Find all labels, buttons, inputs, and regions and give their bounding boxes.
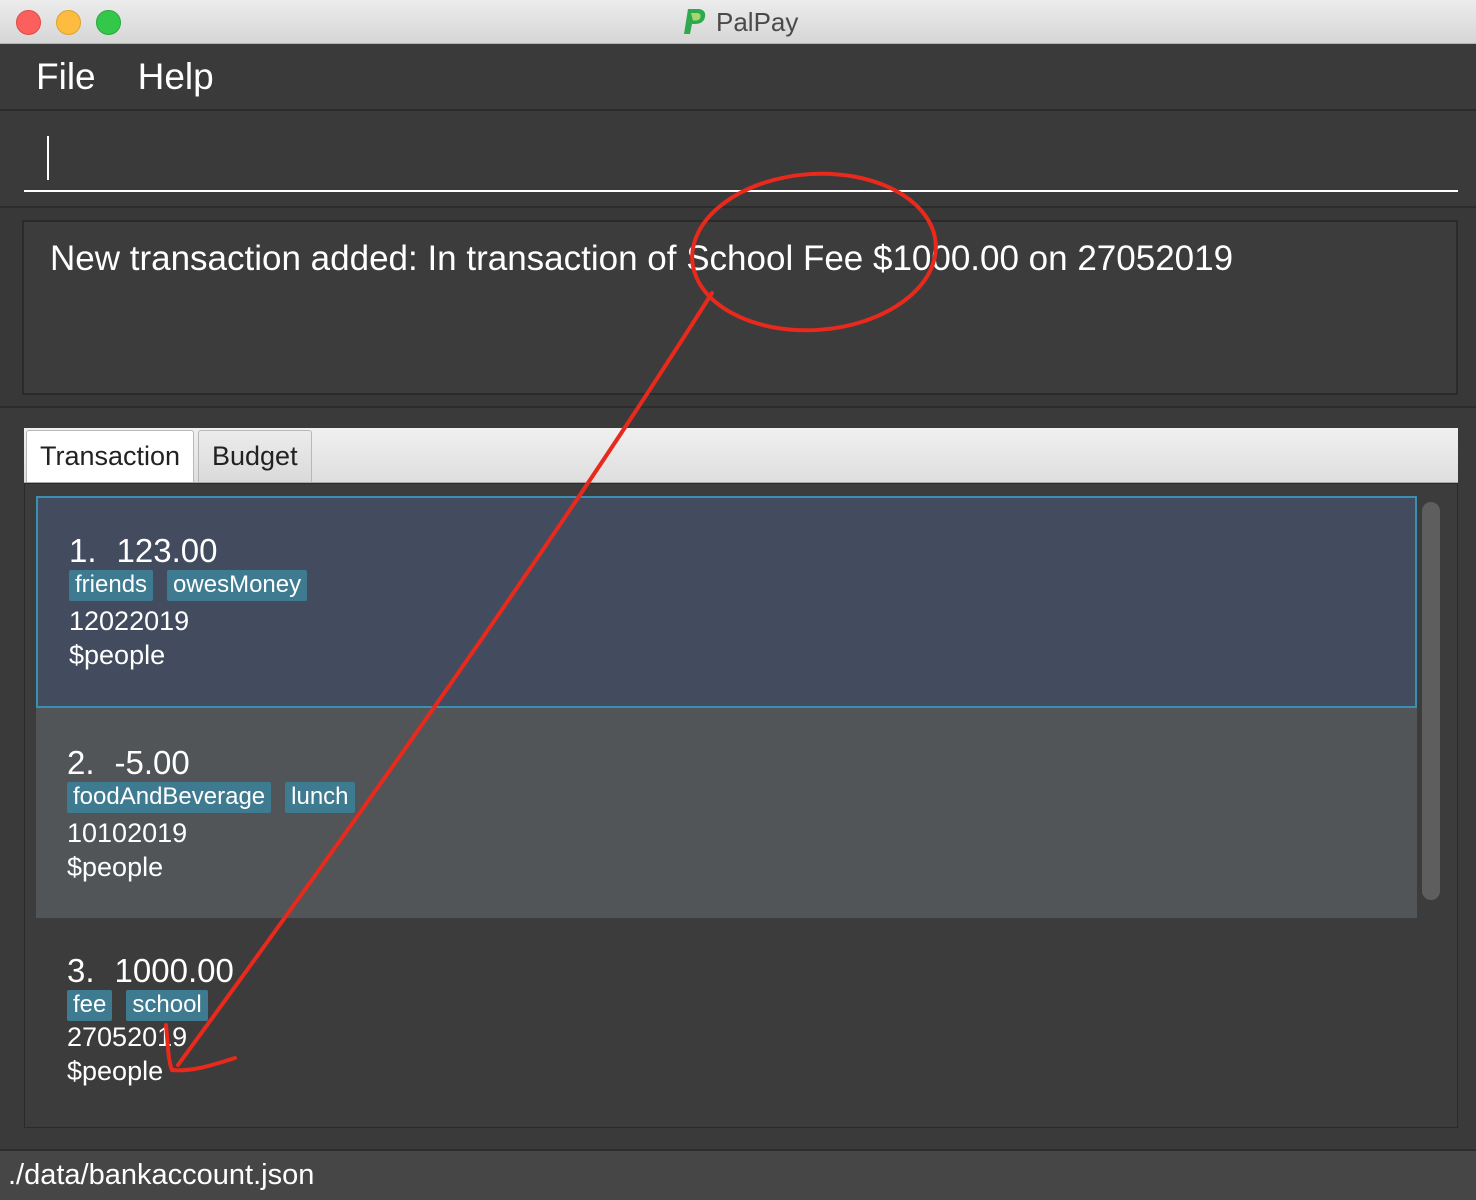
- minimize-window-button[interactable]: [56, 10, 81, 35]
- transaction-index: 3.: [67, 952, 95, 989]
- transaction-description: $people: [67, 852, 164, 882]
- zoom-window-button[interactable]: [96, 10, 121, 35]
- result-display: New transaction added: In transaction of…: [22, 220, 1458, 395]
- transaction-date: 10102019: [67, 818, 188, 848]
- transaction-list[interactable]: 1. 123.00 friends owesMoney 12022019 $pe…: [36, 494, 1417, 1116]
- transaction-header: 1. 123.00: [69, 532, 217, 570]
- transaction-card[interactable]: 3. 1000.00 fee school 27052019 $people: [36, 918, 1417, 1116]
- transaction-header: 3. 1000.00: [67, 952, 234, 990]
- tab-bar: Transaction Budget: [24, 428, 1458, 483]
- palpay-logo-icon: [684, 9, 706, 34]
- window-title: PalPay: [682, 6, 798, 38]
- tag-badge: school: [126, 990, 208, 1021]
- tag-badge: fee: [67, 990, 113, 1021]
- tag-list: friends owesMoney: [69, 570, 308, 601]
- menu-help[interactable]: Help: [138, 56, 214, 98]
- result-display-panel: New transaction added: In transaction of…: [0, 206, 1476, 408]
- scrollbar-thumb[interactable]: [1422, 502, 1440, 900]
- transaction-amount: -5.00: [114, 744, 190, 781]
- transaction-card[interactable]: 1. 123.00 friends owesMoney 12022019 $pe…: [36, 496, 1417, 708]
- title-bar: PalPay: [0, 0, 1476, 44]
- command-box: [0, 113, 1476, 205]
- main-panel: Transaction Budget 1. 123.00 friends owe…: [0, 410, 1476, 1148]
- data-file-path: ./data/bankaccount.json: [8, 1159, 315, 1191]
- transaction-amount: 1000.00: [114, 952, 234, 989]
- tag-list: fee school: [67, 990, 208, 1021]
- tag-badge: foodAndBeverage: [67, 782, 272, 813]
- tab-budget[interactable]: Budget: [198, 430, 312, 482]
- status-bar: ./data/bankaccount.json: [0, 1149, 1476, 1200]
- vertical-scrollbar[interactable]: [1421, 502, 1443, 902]
- transaction-description: $people: [67, 1056, 164, 1086]
- text-caret: [47, 136, 49, 180]
- transaction-index: 2.: [67, 744, 95, 781]
- tag-badge: owesMoney: [167, 570, 308, 601]
- transaction-amount: 123.00: [116, 532, 218, 569]
- transaction-date: 27052019: [67, 1022, 188, 1052]
- transaction-header: 2. -5.00: [67, 744, 190, 782]
- result-message: New transaction added: In transaction of…: [50, 239, 1234, 278]
- tag-badge: lunch: [285, 782, 355, 813]
- tag-badge: friends: [69, 570, 154, 601]
- transaction-date: 12022019: [69, 606, 190, 636]
- tag-list: foodAndBeverage lunch: [67, 782, 355, 813]
- app-title-text: PalPay: [716, 6, 799, 37]
- transaction-index: 1.: [69, 532, 97, 569]
- transaction-card[interactable]: 2. -5.00 foodAndBeverage lunch 10102019 …: [36, 708, 1417, 920]
- transaction-description: $people: [69, 640, 166, 670]
- menu-bar: File Help: [0, 45, 1476, 111]
- tab-transaction[interactable]: Transaction: [26, 430, 194, 482]
- transaction-list-panel: 1. 123.00 friends owesMoney 12022019 $pe…: [24, 483, 1458, 1128]
- menu-file[interactable]: File: [36, 56, 96, 98]
- close-window-button[interactable]: [16, 10, 41, 35]
- command-input[interactable]: [24, 129, 1458, 192]
